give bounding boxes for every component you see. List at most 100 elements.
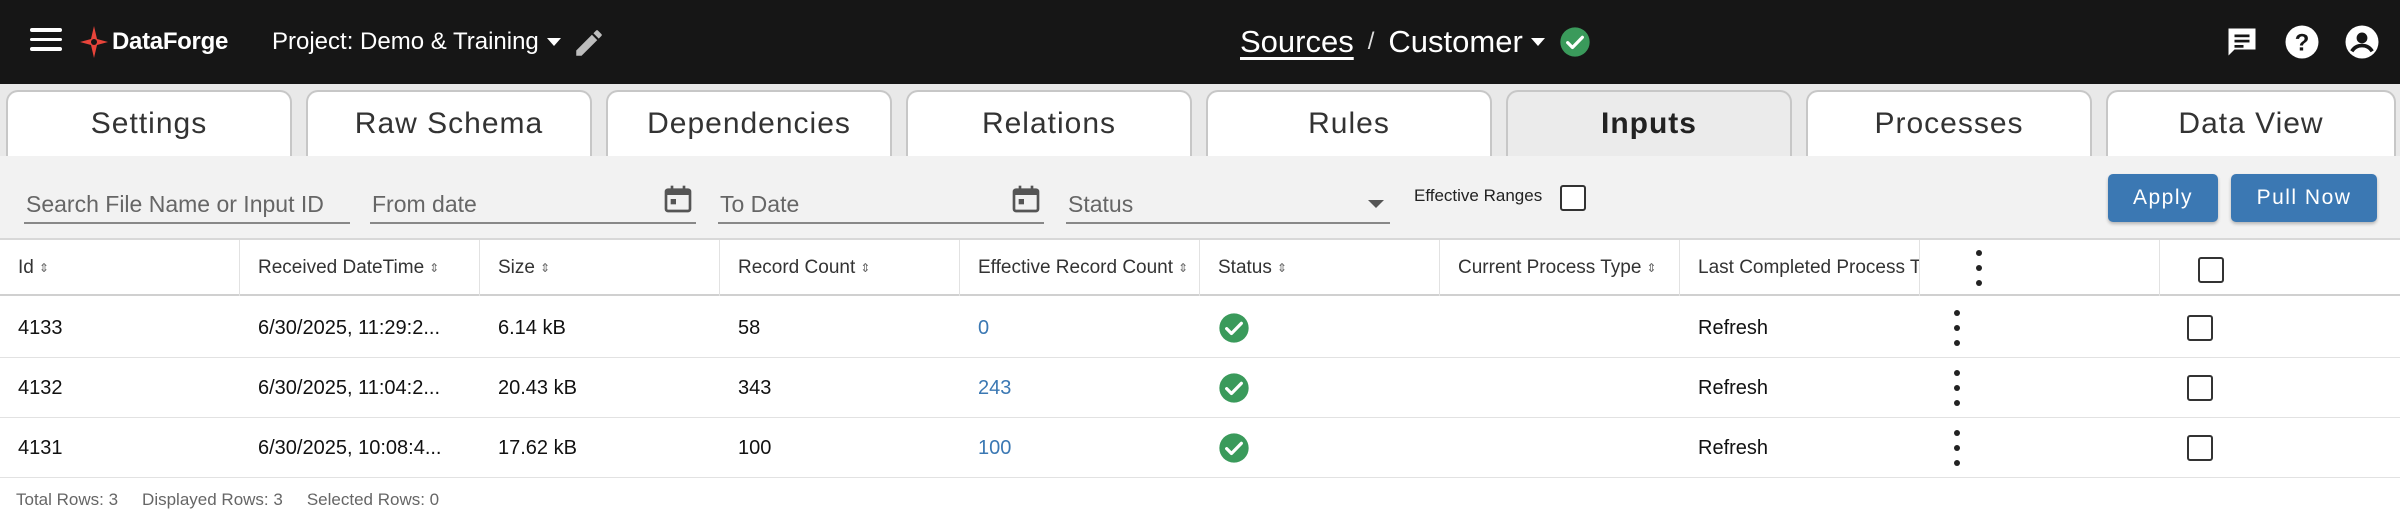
cell-status	[1200, 298, 1440, 358]
column-header-effective-record-count[interactable]: Effective Record Count ⇕	[960, 240, 1200, 296]
tab-settings[interactable]: Settings	[6, 90, 292, 156]
cell-id: 4133	[18, 316, 63, 339]
calendar-icon[interactable]	[662, 182, 694, 216]
effective-ranges-checkbox[interactable]	[1560, 185, 1586, 211]
tab-processes[interactable]: Processes	[1806, 90, 2092, 156]
select-all-cell	[2160, 240, 2400, 296]
row-select-checkbox[interactable]	[2187, 435, 2213, 461]
cell-last-process-type: Refresh	[1698, 436, 1769, 459]
column-menu-cell	[1920, 240, 2160, 296]
row-select-checkbox[interactable]	[2187, 375, 2213, 401]
cell-current-process-type	[1440, 298, 1680, 358]
from-date-field	[370, 185, 696, 224]
row-select-checkbox[interactable]	[2187, 315, 2213, 341]
tab-raw-schema[interactable]: Raw Schema	[306, 90, 592, 156]
column-menu-icon[interactable]	[1974, 250, 1984, 286]
cell-record-count: 343	[738, 376, 772, 399]
account-icon[interactable]	[2344, 24, 2380, 60]
cell-size: 6.14 kB	[498, 316, 566, 339]
cell-status	[1200, 358, 1440, 418]
from-date-input[interactable]	[372, 190, 696, 218]
search-field	[24, 186, 350, 224]
table-header: Id ⇕ Received DateTime ⇕ Size ⇕ Record Coun…	[0, 240, 2400, 296]
to-date-field	[718, 185, 1044, 224]
tab-dependencies[interactable]: Dependencies	[606, 90, 892, 156]
filter-bar: Status	[0, 156, 2400, 240]
project-selector[interactable]: Project: Demo & Training	[272, 24, 561, 60]
app-logo[interactable]: DataForge	[78, 22, 228, 62]
column-header-label: Id	[18, 257, 34, 278]
dataforge-logo-icon	[80, 26, 108, 58]
cell-size: 20.43 kB	[498, 376, 577, 399]
chevron-down-icon	[1368, 200, 1384, 208]
status-success-icon	[1219, 373, 1249, 403]
tab-data-view[interactable]: Data View	[2106, 90, 2396, 156]
status-success-icon	[1219, 313, 1249, 343]
cell-effective-record-count-link[interactable]: 243	[960, 358, 1200, 418]
table-row[interactable]: 4132 6/30/2025, 11:04:2... 20.43 kB 343 …	[0, 358, 2400, 418]
pull-now-button[interactable]: Pull Now	[2231, 174, 2377, 222]
calendar-icon[interactable]	[1010, 182, 1042, 216]
menu-icon[interactable]	[30, 28, 62, 56]
table-row[interactable]: 4131 6/30/2025, 10:08:4... 17.62 kB 100 …	[0, 418, 2400, 478]
svg-text:?: ?	[2295, 29, 2310, 56]
displayed-rows-count: Displayed Rows: 3	[142, 490, 283, 509]
column-header-record-count[interactable]: Record Count ⇕	[720, 240, 960, 296]
to-date-input[interactable]	[720, 190, 1044, 218]
column-header-label: Status	[1218, 257, 1272, 278]
status-select[interactable]: Status	[1066, 186, 1390, 224]
edit-pencil-icon[interactable]	[572, 26, 606, 60]
top-app-bar: DataForge Project: Demo & Training Sourc…	[0, 0, 2400, 84]
cell-received: 6/30/2025, 11:29:2...	[258, 316, 441, 339]
tab-inputs[interactable]: Inputs	[1506, 90, 1792, 156]
column-header-label: Size	[498, 257, 535, 278]
total-rows-count: Total Rows: 3	[16, 490, 119, 509]
column-header-last-completed-process-type[interactable]: Last Completed Process Type	[1680, 240, 1920, 296]
cell-id: 4132	[18, 376, 63, 399]
cell-last-process-type: Refresh	[1698, 316, 1769, 339]
row-menu-icon[interactable]	[1952, 370, 1962, 406]
search-input[interactable]	[26, 190, 350, 218]
selected-rows-count: Selected Rows: 0	[306, 490, 440, 509]
column-header-size[interactable]: Size ⇕	[480, 240, 720, 296]
breadcrumb-current: Customer	[1388, 24, 1523, 59]
apply-button[interactable]: Apply	[2108, 174, 2218, 222]
cell-record-count: 58	[738, 316, 761, 339]
cell-effective-record-count-link[interactable]: 0	[960, 298, 1200, 358]
column-header-label: Last Completed Process Type	[1698, 257, 1920, 278]
select-all-checkbox[interactable]	[2198, 257, 2224, 283]
sort-icon: ⇕	[429, 261, 440, 275]
column-header-current-process-type[interactable]: Current Process Type ⇕	[1440, 240, 1680, 296]
feedback-icon[interactable]	[2224, 24, 2260, 60]
cell-size: 17.62 kB	[498, 436, 577, 459]
cell-current-process-type	[1440, 358, 1680, 418]
tab-rules[interactable]: Rules	[1206, 90, 1492, 156]
help-icon[interactable]: ?	[2284, 24, 2320, 60]
column-header-id[interactable]: Id ⇕	[0, 240, 240, 296]
column-header-label: Received DateTime	[258, 257, 425, 278]
sort-icon: ⇕	[1178, 261, 1189, 275]
app-brand-name: DataForge	[112, 28, 228, 55]
cell-id: 4131	[18, 436, 63, 459]
row-menu-icon[interactable]	[1952, 310, 1962, 346]
chevron-down-icon	[546, 38, 561, 46]
sort-icon: ⇕	[1276, 261, 1287, 275]
cell-current-process-type	[1440, 418, 1680, 478]
column-header-label: Current Process Type	[1458, 257, 1642, 278]
cell-effective-record-count-link[interactable]: 100	[960, 418, 1200, 478]
cell-received: 6/30/2025, 11:04:2...	[258, 376, 441, 399]
cell-record-count: 100	[738, 436, 772, 459]
sort-icon: ⇕	[38, 261, 49, 275]
source-selector[interactable]: Customer	[1388, 24, 1590, 60]
column-header-status[interactable]: Status ⇕	[1200, 240, 1440, 296]
tab-relations[interactable]: Relations	[906, 90, 1192, 156]
effective-ranges-label: Effective Ranges	[1414, 186, 1543, 205]
row-menu-icon[interactable]	[1952, 430, 1962, 466]
table-row[interactable]: 4133 6/30/2025, 11:29:2... 6.14 kB 58 0 …	[0, 298, 2400, 358]
project-label: Project: Demo & Training	[272, 28, 539, 55]
cell-last-process-type: Refresh	[1698, 376, 1769, 399]
sort-icon: ⇕	[860, 261, 871, 275]
column-header-received[interactable]: Received DateTime ⇕	[240, 240, 480, 296]
breadcrumb-sources-link[interactable]: Sources	[1240, 24, 1354, 60]
cell-status	[1200, 418, 1440, 478]
